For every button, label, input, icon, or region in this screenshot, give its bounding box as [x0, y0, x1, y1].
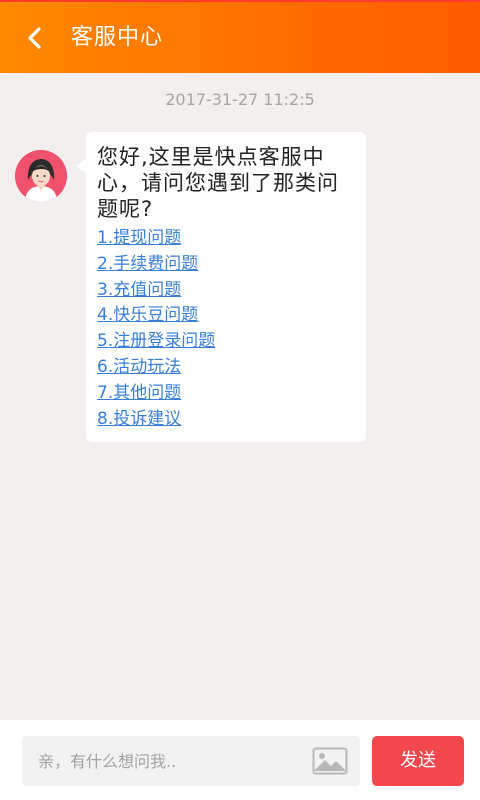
list-item: 6.活动玩法: [97, 356, 356, 382]
option-link-withdraw[interactable]: 1.提现问题: [97, 228, 181, 248]
option-link-recharge[interactable]: 3.充值问题: [97, 280, 181, 300]
customer-service-screen: 客服中心 2017-31-27 11:2:5 您好,这里是快点客服中心，请问您遇…: [0, 0, 480, 800]
message-timestamp: 2017-31-27 11:2:5: [165, 90, 315, 109]
list-item: 5.注册登录问题: [97, 330, 356, 356]
image-icon: [312, 747, 348, 775]
image-picker-button[interactable]: [312, 747, 348, 775]
option-link-complaints[interactable]: 8.投诉建议: [97, 409, 181, 429]
message-input-bar: 发送: [0, 720, 480, 800]
list-item: 2.手续费问题: [97, 253, 356, 279]
bubble-tail: [76, 158, 87, 174]
agent-avatar: [15, 150, 67, 202]
option-link-activities[interactable]: 6.活动玩法: [97, 357, 181, 377]
message-input-container: [22, 736, 360, 786]
page-title: 客服中心: [71, 25, 164, 50]
option-link-fees[interactable]: 2.手续费问题: [97, 254, 198, 274]
option-link-happy-beans[interactable]: 4.快乐豆问题: [97, 305, 198, 325]
greeting-text: 您好,这里是快点客服中心，请问您遇到了那类问题呢?: [97, 145, 339, 221]
message-input[interactable]: [38, 736, 308, 786]
list-item: 8.投诉建议: [97, 408, 356, 434]
chevron-left-icon: [28, 27, 41, 49]
agent-message-bubble: 您好,这里是快点客服中心，请问您遇到了那类问题呢? 1.提现问题 2.手续费问题…: [76, 132, 366, 442]
list-item: 7.其他问题: [97, 382, 356, 408]
list-item: 4.快乐豆问题: [97, 304, 356, 330]
question-options-list: 1.提现问题 2.手续费问题 3.充值问题 4.快乐豆问题 5.注册登录问题 6…: [97, 227, 356, 433]
list-item: 3.充值问题: [97, 279, 356, 305]
option-link-register-login[interactable]: 5.注册登录问题: [97, 331, 215, 351]
option-link-other[interactable]: 7.其他问题: [97, 383, 181, 403]
list-item: 1.提现问题: [97, 227, 356, 253]
send-button[interactable]: 发送: [372, 736, 464, 786]
app-header: 客服中心: [0, 0, 480, 73]
back-button[interactable]: [18, 20, 50, 56]
female-agent-avatar-icon: [15, 150, 67, 202]
